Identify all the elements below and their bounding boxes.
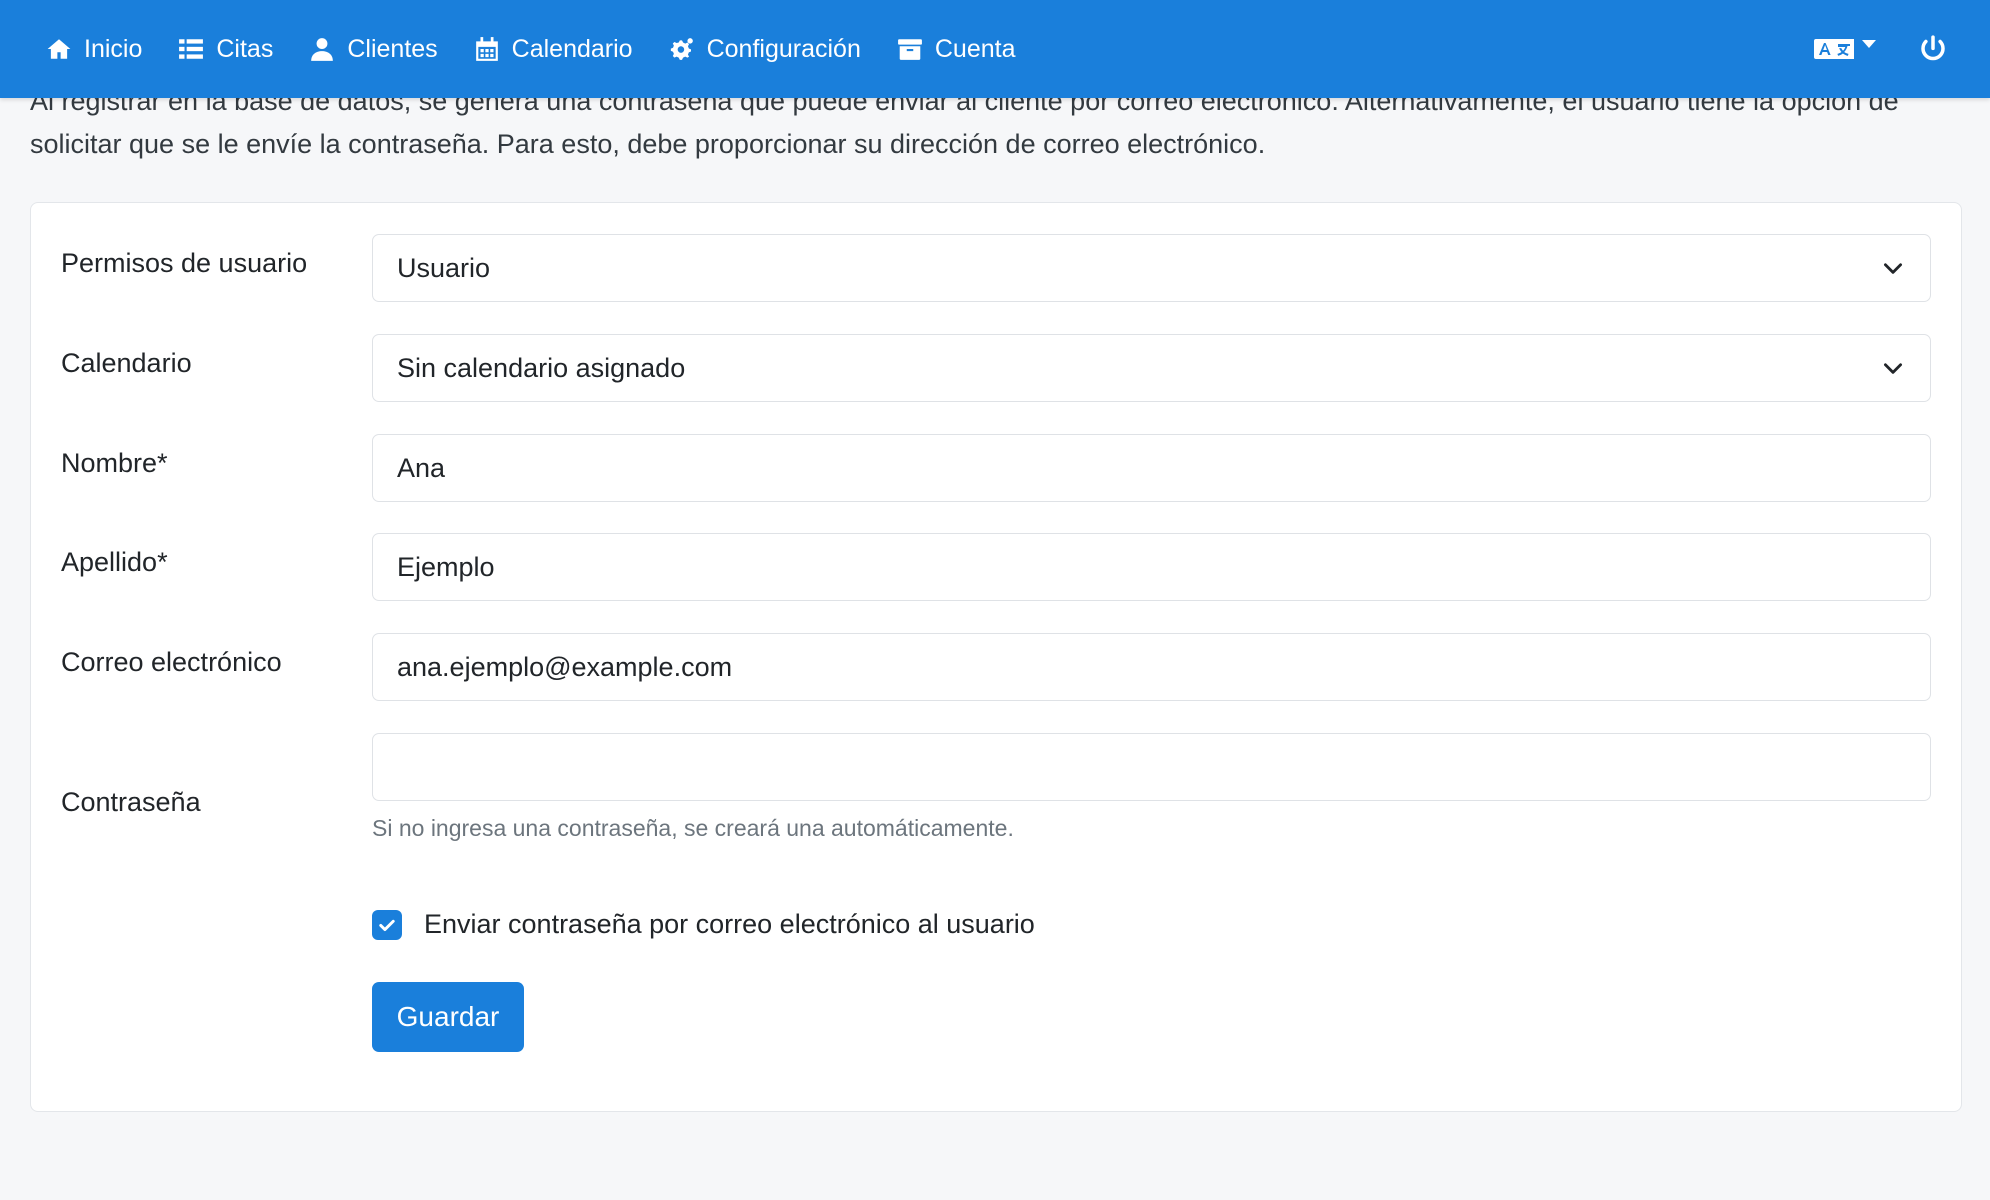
caret-down-icon [1862,40,1876,48]
calendar-icon [475,37,498,61]
permissions-select[interactable]: Usuario [372,234,1931,302]
nav-item-label: Inicio [84,34,143,63]
chevron-down-icon [1884,263,1902,274]
top-navbar: Inicio Citas Clientes Calendario Configu… [0,0,1990,98]
password-input[interactable] [372,733,1931,801]
chevron-down-icon [1884,363,1902,374]
first-name-input[interactable]: Ana [372,434,1931,502]
permissions-value: Usuario [397,252,491,283]
nav-item-label: Cuenta [934,34,1016,63]
nav-item-inicio[interactable]: Inicio [46,35,142,64]
last-name-input[interactable]: Ejemplo [372,533,1931,601]
cogs-icon [670,38,693,60]
permissions-label: Permisos de usuario [61,248,308,278]
password-label: Contraseña [61,787,201,817]
nav-item-cuenta[interactable]: Cuenta [897,34,1016,64]
nav-item-clientes[interactable]: Clientes [309,34,438,64]
check-icon [379,919,395,931]
nav-item-label: Citas [216,34,274,63]
language-dropdown[interactable] [1814,36,1876,62]
user-form-card: Permisos de usuario Usuario Calendario S… [30,202,1962,1112]
first-name-value: Ana [397,452,446,483]
first-name-label: Nombre* [61,448,168,478]
send-password-label: Enviar contraseña por correo electrónico… [424,909,1035,939]
nav-item-label: Clientes [347,34,438,63]
nav-right [1814,34,1948,64]
nav-item-label: Calendario [511,34,633,63]
last-name-label: Apellido* [61,547,168,577]
email-input[interactable]: ana.ejemplo@example.com [372,633,1931,701]
logout-button[interactable] [1918,34,1948,64]
calendar-label: Calendario [61,348,192,378]
nav-menu: Inicio Citas Clientes Calendario Configu… [46,35,1015,64]
nav-item-calendario[interactable]: Calendario [474,35,633,64]
calendar-select[interactable]: Sin calendario asignado [372,334,1931,402]
language-icon [1814,39,1854,59]
password-help-text: Si no ingresa una contraseña, se creará … [372,815,1014,841]
user-icon [311,38,334,61]
nav-item-citas[interactable]: Citas [178,35,273,64]
nav-item-configuracion[interactable]: Configuración [669,35,861,64]
send-password-option: Enviar contraseña por correo electrónico… [372,909,1035,940]
power-icon [1921,35,1945,61]
nav-item-label: Configuración [706,34,861,63]
list-icon [179,39,204,59]
email-value: ana.ejemplo@example.com [397,651,733,682]
home-icon [47,39,71,59]
calendar-value: Sin calendario asignado [397,352,686,383]
save-button[interactable]: Guardar [372,982,524,1052]
last-name-value: Ejemplo [397,551,495,582]
archive-icon [897,39,922,60]
send-password-checkbox[interactable] [372,909,402,940]
email-label: Correo electrónico [61,647,282,677]
